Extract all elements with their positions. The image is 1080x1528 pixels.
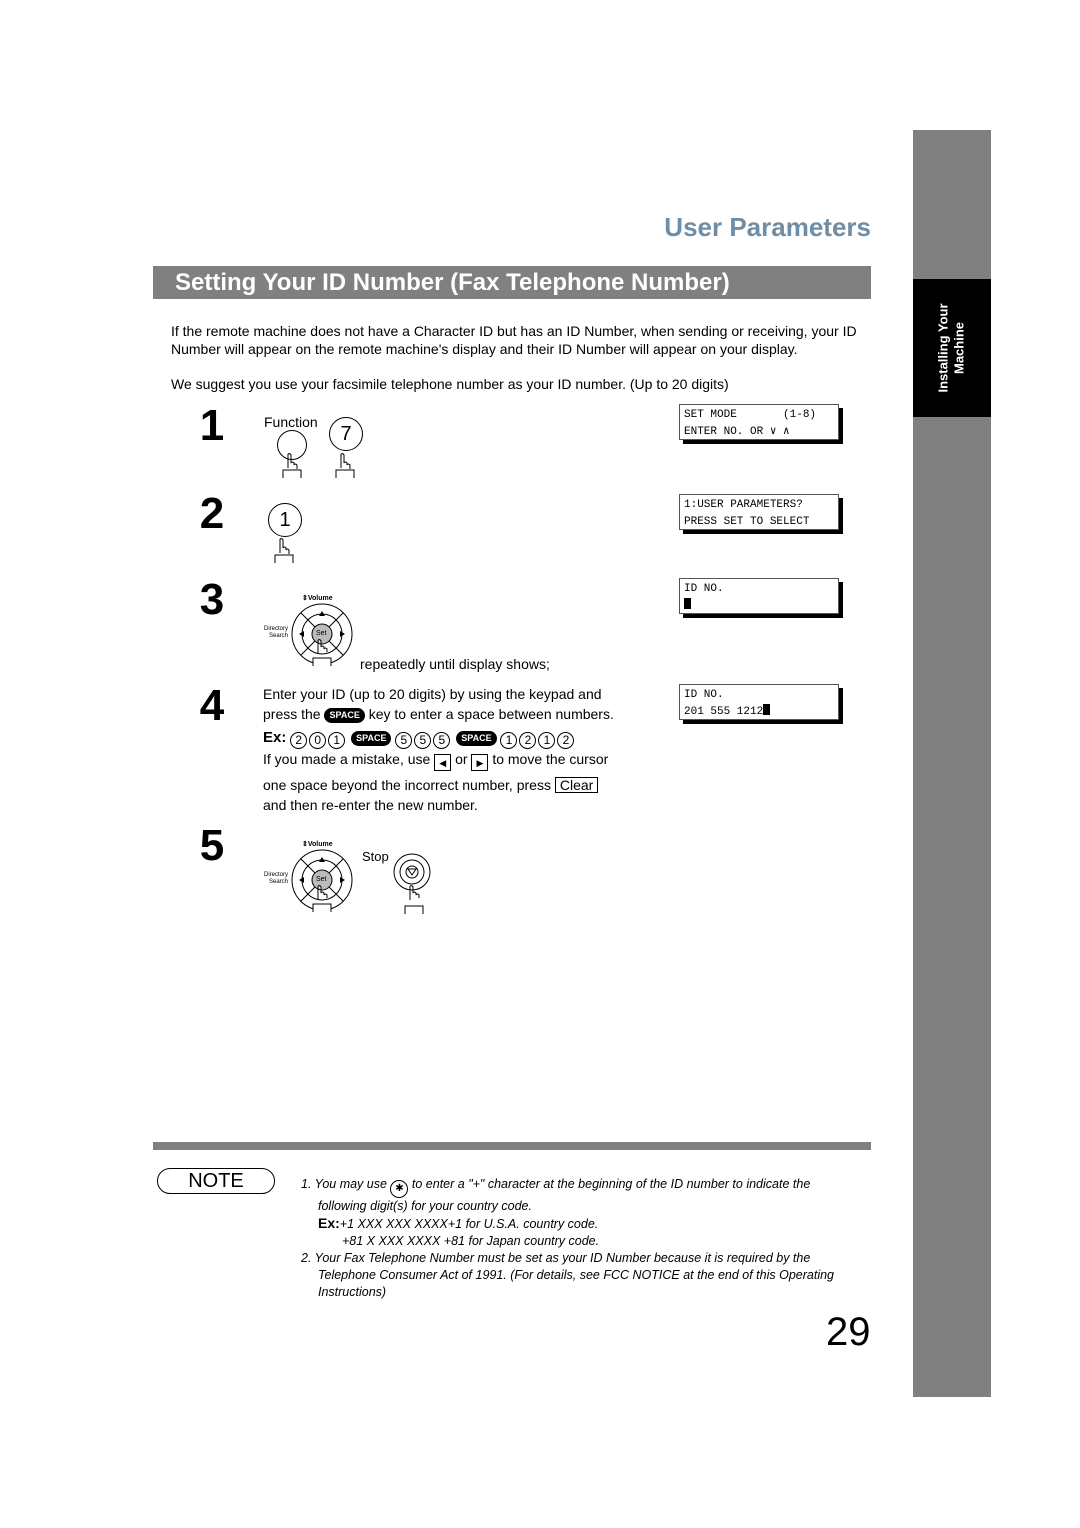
- volume-label: ⇕Volume: [302, 841, 333, 848]
- lcd-display-step3: ID NO.: [679, 578, 839, 614]
- page-number: 29: [826, 1310, 871, 1354]
- example-digits-group2: 555: [395, 729, 452, 749]
- note-list: 1. You may use ✱ to enter a "+" characte…: [301, 1176, 876, 1301]
- example-digit-key: 2: [290, 731, 308, 749]
- step4-mistake-line2: one space beyond the incorrect number, p…: [263, 775, 614, 795]
- note-example-2: +81 X XXX XXXX +81 for Japan country cod…: [342, 1233, 600, 1248]
- step-number: 1: [199, 401, 225, 450]
- example-digit-key: 2: [557, 731, 575, 749]
- example-digit-key: 5: [395, 731, 413, 749]
- step-number: 4: [199, 681, 225, 730]
- example-digit-key: 1: [500, 731, 518, 749]
- space-key-icon: SPACE: [351, 731, 392, 746]
- lcd-cursor: [763, 704, 771, 715]
- step4-instructions: Enter your ID (up to 20 digits) by using…: [263, 684, 614, 815]
- lcd-line: ID NO.: [684, 583, 724, 595]
- press-hand-icon: [274, 538, 294, 563]
- note-divider: [153, 1142, 871, 1150]
- step4-mistake-line1: If you made a mistake, use ◀ or ▶ to mov…: [263, 749, 614, 771]
- lcd-line: 201 555 1212: [684, 706, 764, 718]
- example-digit-key: 2: [519, 731, 537, 749]
- step4-mistake-line3: and then re-enter the new number.: [263, 797, 478, 813]
- key-7: 7: [329, 417, 363, 451]
- star-key-icon: ✱: [390, 1179, 409, 1198]
- page-title: Setting Your ID Number (Fax Telephone Nu…: [175, 269, 730, 296]
- press-hand-icon: [335, 453, 355, 478]
- set-key-label: Set: [316, 630, 327, 637]
- step4-example: Ex: 201 SPACE 555 SPACE 1212: [263, 727, 614, 749]
- example-digit-key: 5: [414, 731, 432, 749]
- example-digit-key: 0: [309, 731, 327, 749]
- example-digits-group3: 1212: [500, 729, 576, 749]
- example-digit-key: 5: [433, 731, 451, 749]
- chapter-tab-line2: Machine: [952, 322, 967, 375]
- directory-search-label: Directory Search: [264, 626, 289, 639]
- navigation-pad: ⇕Volume Directory Search Set: [258, 594, 358, 666]
- set-key-label: Set: [316, 876, 327, 883]
- note-item-1: 1. You may use ✱ to enter a "+" characte…: [301, 1176, 876, 1198]
- directory-search-label: Directory Search: [264, 872, 289, 885]
- key-1: 1: [268, 503, 302, 537]
- note-item-1-cont: following digit(s) for your country code…: [318, 1198, 532, 1213]
- stop-key-label: Stop: [362, 849, 389, 864]
- step-number: 5: [199, 821, 225, 870]
- lcd-line: ENTER NO. OR ∨ ∧: [684, 426, 790, 438]
- step4-line1: Enter your ID (up to 20 digits) by using…: [263, 686, 602, 702]
- note-item-2-cont: Instructions): [318, 1284, 387, 1299]
- note-item-2-cont: Telephone Consumer Act of 1991. (For det…: [318, 1267, 834, 1282]
- lcd-display-step1: SET MODE (1-8) ENTER NO. OR ∨ ∧: [679, 404, 839, 440]
- function-key-label: Function: [264, 414, 318, 430]
- press-hand-icon: [282, 453, 302, 478]
- lcd-line: 1:USER PARAMETERS?: [684, 499, 803, 511]
- step3-instruction: repeatedly until display shows;: [360, 656, 550, 672]
- step4-line2: press the SPACE key to enter a space bet…: [263, 706, 614, 723]
- right-arrow-key-icon: ▶: [471, 754, 489, 771]
- lcd-display-step4: ID NO. 201 555 1212: [679, 684, 839, 720]
- lcd-cursor: [684, 598, 691, 609]
- note-item-2: 2. Your Fax Telephone Number must be set…: [301, 1250, 811, 1265]
- navigation-pad: ⇕Volume Directory Search Set: [258, 840, 358, 912]
- stop-key-icon: [393, 853, 431, 914]
- note-label: NOTE: [157, 1168, 275, 1194]
- example-digits-group1: 201: [290, 729, 347, 749]
- note-example-1: Ex:+1 XXX XXX XXXX+1 for U.S.A. country …: [318, 1214, 599, 1231]
- intro-paragraph-1: If the remote machine does not have a Ch…: [171, 323, 857, 357]
- left-arrow-key-icon: ◀: [434, 754, 452, 771]
- space-key-icon: SPACE: [324, 708, 365, 723]
- chapter-tab-label: Installing Your Machine: [913, 279, 991, 417]
- section-title: User Parameters: [664, 212, 871, 242]
- example-digit-key: 1: [538, 731, 556, 749]
- volume-label: ⇕Volume: [302, 595, 333, 602]
- lcd-line: ID NO.: [684, 689, 724, 701]
- step-number: 2: [199, 489, 225, 538]
- lcd-line: SET MODE (1-8): [684, 409, 817, 421]
- example-digit-key: 1: [328, 731, 346, 749]
- lcd-line: PRESS SET TO SELECT: [684, 516, 810, 528]
- clear-key-icon: Clear: [554, 777, 599, 793]
- lcd-display-step2: 1:USER PARAMETERS? PRESS SET TO SELECT: [679, 494, 839, 530]
- space-key-icon: SPACE: [456, 731, 497, 746]
- intro-paragraph-2: We suggest you use your facsimile teleph…: [171, 376, 729, 392]
- step-number: 3: [199, 575, 225, 624]
- chapter-tab-line1: Installing Your: [936, 303, 951, 393]
